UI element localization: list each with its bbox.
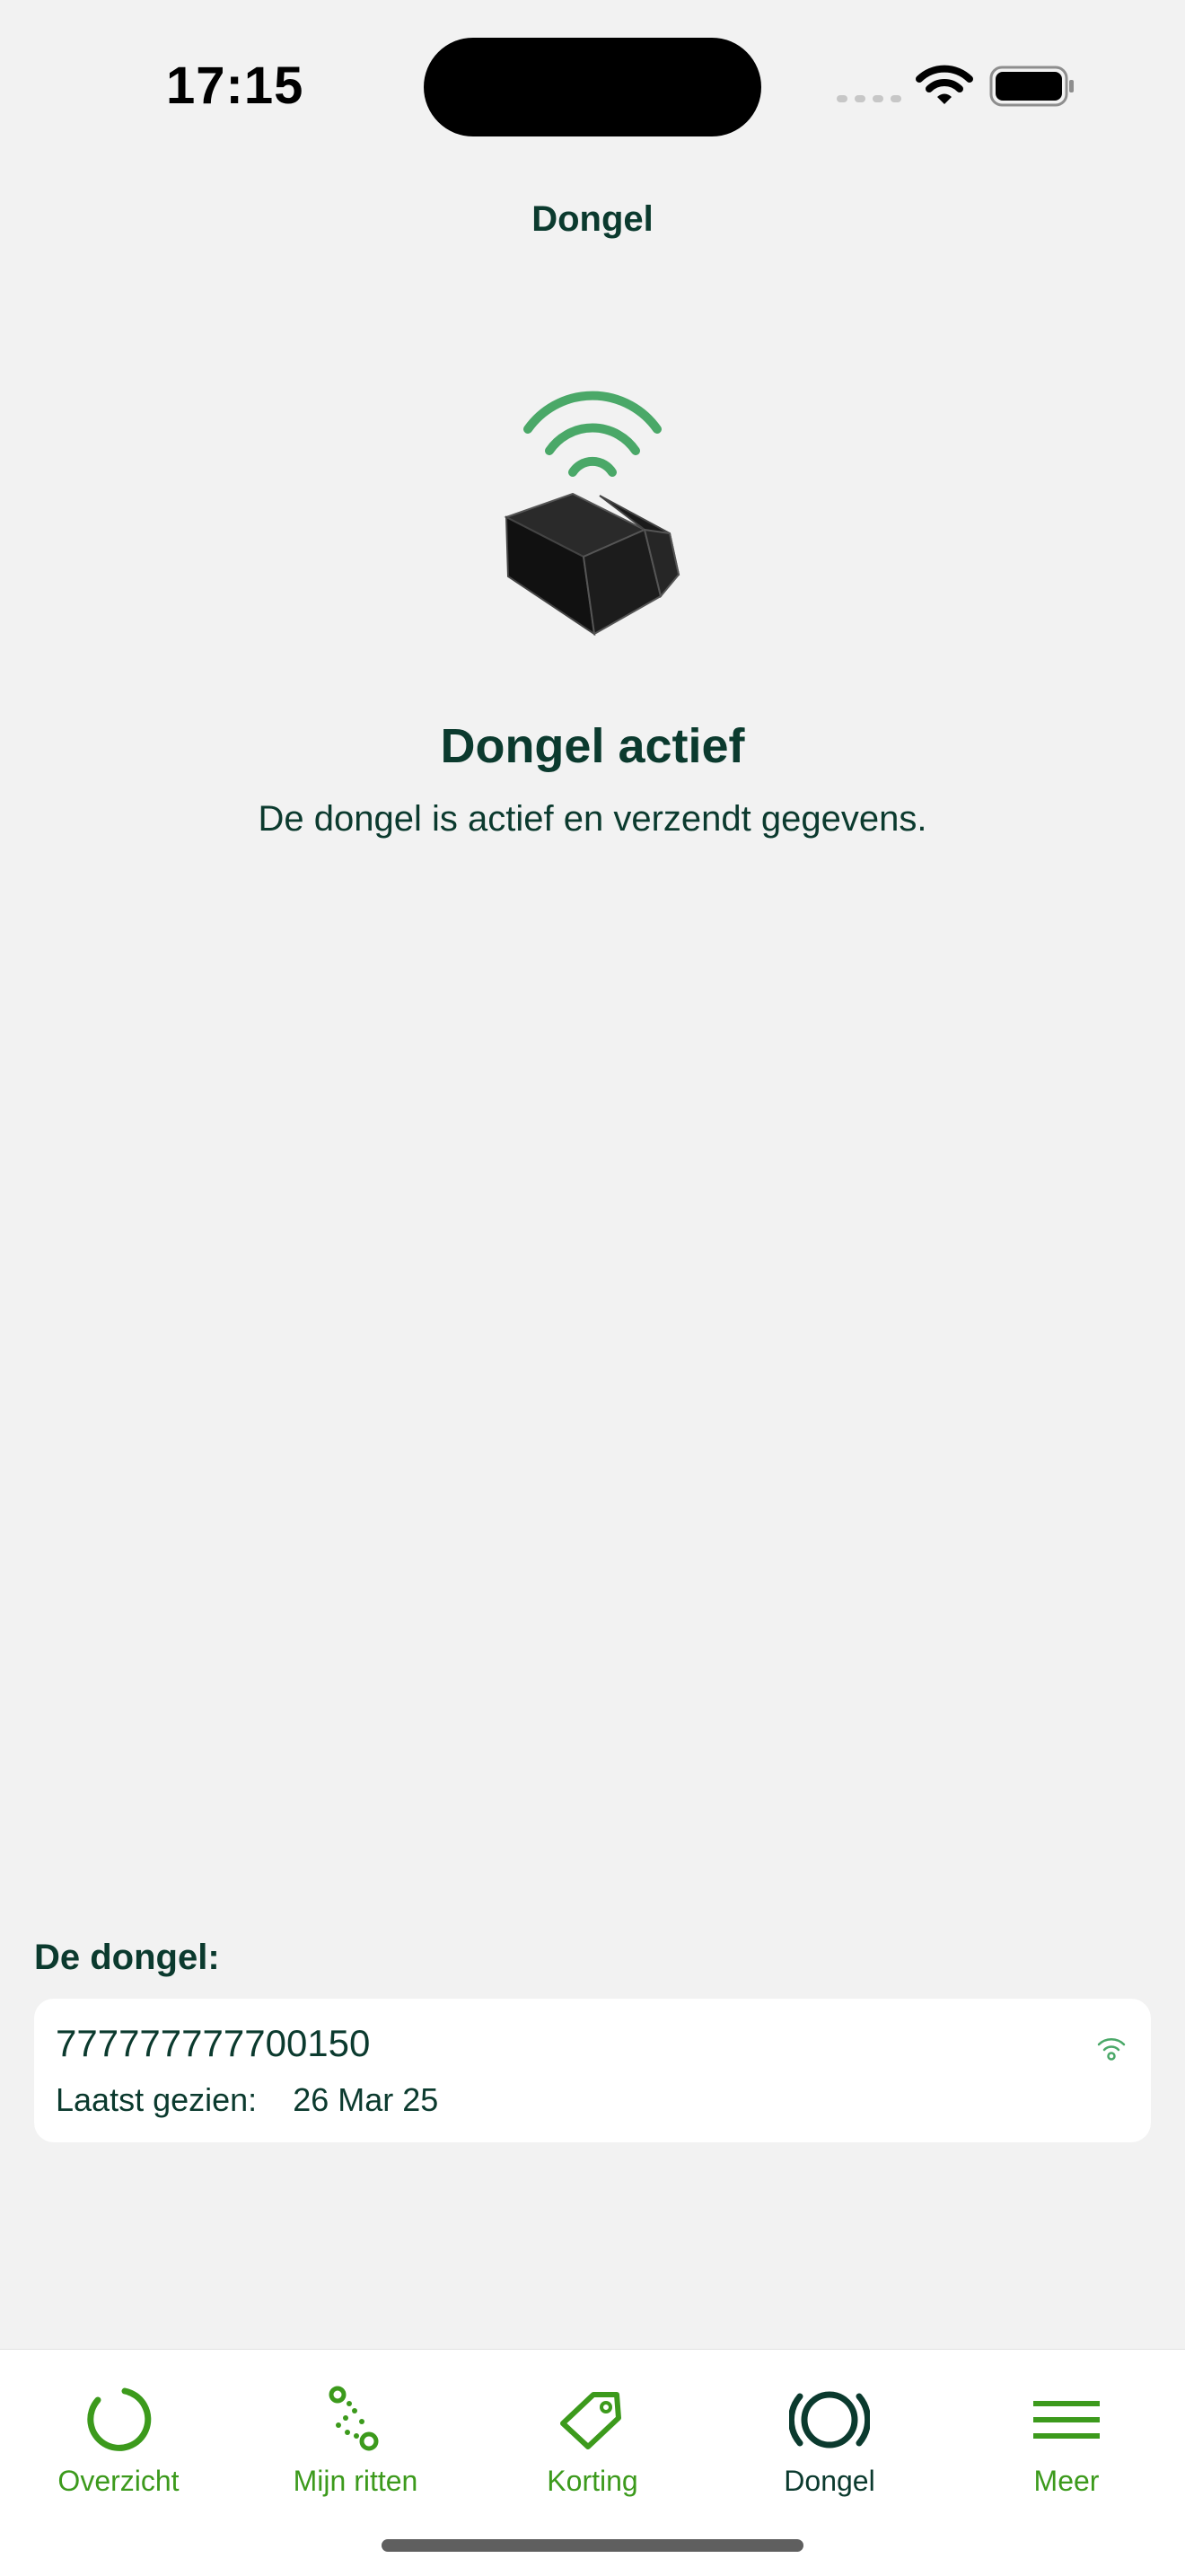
status-title: Dongel actief <box>440 719 745 773</box>
section-label-dongle: De dongel: <box>34 1938 220 1977</box>
tab-label: Dongel <box>784 2465 875 2497</box>
battery-icon <box>989 66 1074 107</box>
last-seen-label: Laatst gezien: <box>56 2081 258 2118</box>
dongle-last-seen: Laatst gezien: 26 Mar 25 <box>56 2081 438 2119</box>
tab-dongel[interactable]: Dongel <box>711 2368 948 2502</box>
dongle-id: 777777777700150 <box>56 2022 371 2064</box>
tab-mijn-ritten[interactable]: Mijn ritten <box>237 2368 474 2502</box>
tab-korting[interactable]: Korting <box>474 2368 711 2502</box>
last-seen-value: 26 Mar 25 <box>293 2081 439 2118</box>
tab-label: Overzicht <box>57 2465 180 2497</box>
wifi-status-icon <box>1097 2038 1126 2061</box>
page-title: Dongel <box>531 199 654 239</box>
tab-label: Meer <box>1033 2465 1100 2497</box>
home-indicator <box>382 2539 803 2552</box>
tab-label: Korting <box>547 2465 638 2497</box>
route-icon <box>329 2386 379 2451</box>
dongle-illustration-icon <box>504 391 680 637</box>
dynamic-island <box>424 38 761 136</box>
menu-icon <box>1033 2401 1100 2439</box>
status-subtitle: De dongel is actief en verzendt gegevens… <box>258 799 927 839</box>
dongle-card[interactable]: 777777777700150 Laatst gezien: 26 Mar 25 <box>34 1999 1151 2142</box>
tab-overzicht[interactable]: Overzicht <box>0 2368 237 2502</box>
tag-icon <box>560 2392 621 2449</box>
cellular-signal-icon <box>837 95 901 102</box>
wifi-icon <box>916 65 973 104</box>
status-bar: 17:15 <box>0 0 1185 180</box>
tab-meer[interactable]: Meer <box>948 2368 1185 2502</box>
circle-progress-icon <box>87 2387 152 2451</box>
dongle-signal-icon <box>789 2391 870 2449</box>
tab-label: Mijn ritten <box>293 2465 418 2497</box>
status-time: 17:15 <box>166 57 304 115</box>
